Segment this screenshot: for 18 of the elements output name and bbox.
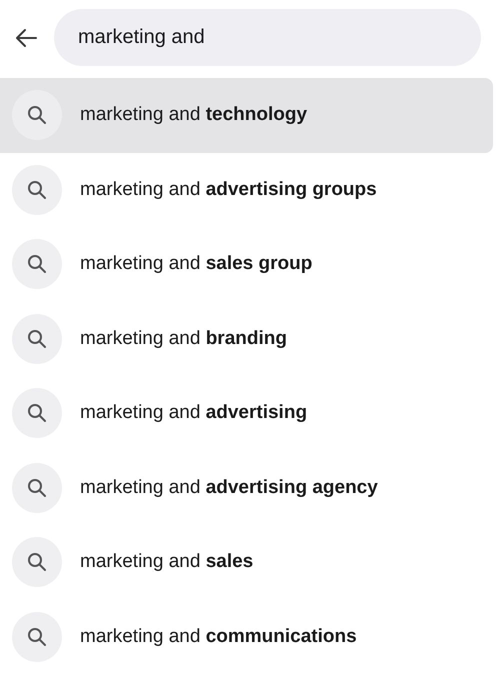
suggestion-item[interactable]: marketing and advertising	[0, 376, 493, 450]
suggestion-item[interactable]: marketing and technology	[0, 78, 493, 152]
suggestion-item[interactable]: marketing and sales	[0, 525, 493, 600]
back-arrow-icon	[14, 28, 38, 48]
suggestion-text: marketing and sales group	[80, 253, 312, 276]
suggestion-text: marketing and branding	[80, 328, 287, 350]
suggestion-item[interactable]: marketing and advertising groups	[0, 152, 493, 227]
suggestion-text: marketing and advertising groups	[80, 178, 377, 201]
suggestion-item[interactable]: marketing and communications	[0, 600, 493, 674]
suggestion-text: marketing and sales	[80, 551, 254, 574]
suggestion-text: marketing and technology	[80, 104, 308, 126]
suggestion-item[interactable]: marketing and advertising agency	[0, 450, 493, 525]
suggestion-text: marketing and advertising	[80, 402, 308, 424]
suggestion-text: marketing and communications	[80, 626, 357, 648]
suggestion-text: marketing and advertising agency	[80, 476, 378, 499]
suggestion-item[interactable]: marketing and branding	[0, 302, 493, 376]
search-field[interactable]: marketing and	[54, 9, 481, 66]
suggestion-item[interactable]: marketing and sales group	[0, 227, 493, 302]
